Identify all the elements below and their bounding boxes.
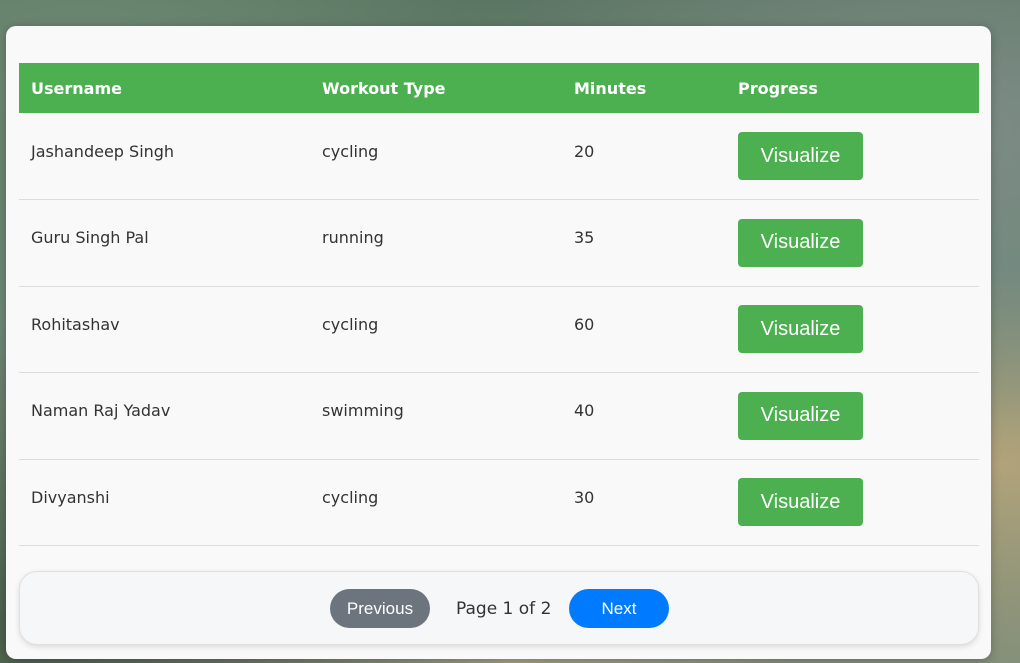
- username-text: Naman Raj Yadav: [31, 401, 171, 421]
- workout-type-text: cycling: [322, 487, 379, 507]
- visualize-button[interactable]: Visualize: [738, 218, 863, 267]
- cell-username: Jashandeep Singh: [19, 113, 310, 200]
- workouts-table: Username Workout Type Minutes Progress J…: [19, 63, 979, 546]
- workout-type-text: swimming: [322, 401, 404, 421]
- cell-minutes: 60: [562, 286, 726, 373]
- workouts-card: Username Workout Type Minutes Progress J…: [6, 26, 991, 659]
- cell-username: Divyanshi: [19, 459, 310, 546]
- username-text: Rohitashav: [31, 314, 120, 334]
- table-row: Rohitashav cycling 60 Visualize: [19, 286, 979, 373]
- cell-workout-type: cycling: [310, 286, 562, 373]
- cell-workout-type: running: [310, 200, 562, 287]
- header-workout-type: Workout Type: [322, 78, 446, 98]
- workout-type-text: running: [322, 228, 384, 248]
- visualize-button[interactable]: Visualize: [738, 305, 863, 354]
- visualize-button[interactable]: Visualize: [738, 132, 863, 180]
- cell-minutes: 40: [562, 373, 726, 460]
- minutes-text: 35: [574, 228, 595, 248]
- cell-username: Guru Singh Pal: [19, 200, 310, 287]
- header-username: Username: [31, 78, 122, 98]
- table-header-row: Username Workout Type Minutes Progress: [19, 63, 979, 113]
- minutes-text: 40: [574, 401, 595, 421]
- previous-button[interactable]: Previous: [330, 589, 430, 628]
- minutes-text: 20: [574, 141, 595, 161]
- workout-type-text: cycling: [322, 314, 379, 334]
- cell-username: Naman Raj Yadav: [19, 373, 310, 460]
- cell-progress: Visualize: [726, 373, 979, 460]
- minutes-text: 30: [574, 487, 595, 507]
- cell-workout-type: cycling: [310, 113, 562, 200]
- username-text: Guru Singh Pal: [31, 228, 149, 248]
- cell-minutes: 20: [562, 113, 726, 200]
- next-button[interactable]: Next: [569, 589, 669, 628]
- pagination-bar: Previous Page 1 of 2 Next: [19, 571, 979, 645]
- minutes-text: 60: [574, 314, 595, 334]
- cell-progress: Visualize: [726, 200, 979, 287]
- workout-type-text: cycling: [322, 141, 379, 161]
- page-indicator: Page 1 of 2: [456, 599, 552, 619]
- username-text: Divyanshi: [31, 487, 110, 507]
- header-progress: Progress: [738, 78, 818, 98]
- cell-workout-type: swimming: [310, 373, 562, 460]
- table-row: Jashandeep Singh cycling 20 Visualize: [19, 113, 979, 200]
- table-row: Naman Raj Yadav swimming 40 Visualize: [19, 373, 979, 460]
- cell-progress: Visualize: [726, 286, 979, 373]
- cell-workout-type: cycling: [310, 459, 562, 546]
- cell-username: Rohitashav: [19, 286, 310, 373]
- visualize-button[interactable]: Visualize: [738, 478, 863, 527]
- cell-minutes: 30: [562, 459, 726, 546]
- cell-minutes: 35: [562, 200, 726, 287]
- table-row: Guru Singh Pal running 35 Visualize: [19, 200, 979, 287]
- username-text: Jashandeep Singh: [31, 141, 175, 161]
- table-row: Divyanshi cycling 30 Visualize: [19, 459, 979, 546]
- cell-progress: Visualize: [726, 113, 979, 200]
- cell-progress: Visualize: [726, 459, 979, 546]
- header-minutes: Minutes: [574, 78, 647, 98]
- visualize-button[interactable]: Visualize: [738, 391, 863, 440]
